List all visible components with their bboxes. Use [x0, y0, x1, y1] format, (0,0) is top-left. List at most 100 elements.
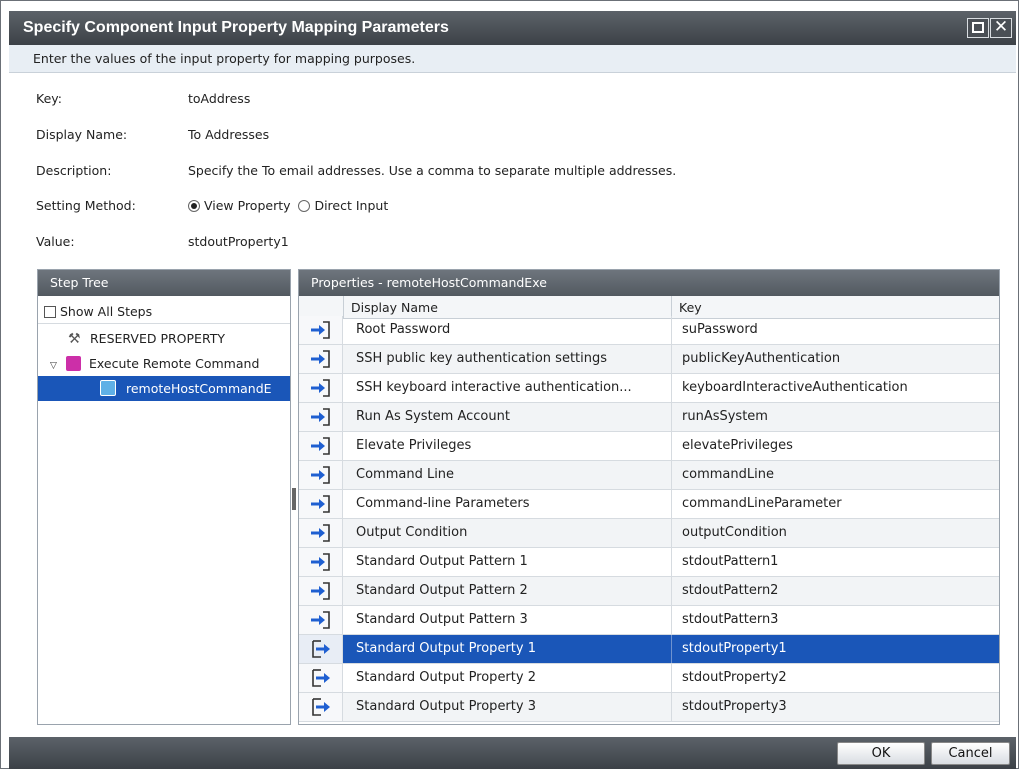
- display-name-value: To Addresses: [188, 127, 270, 142]
- table-row[interactable]: Root Password suPassword: [299, 316, 999, 345]
- tree-item-remote-host-command[interactable]: remoteHostCommandE: [38, 376, 290, 401]
- property-key: publicKeyAuthentication: [682, 351, 841, 366]
- table-row[interactable]: Run As System Account runAsSystem: [299, 403, 999, 432]
- dialog-titlebar: Specify Component Input Property Mapping…: [9, 11, 1016, 45]
- value-value: stdoutProperty1: [188, 234, 289, 249]
- property-display-name: Elevate Privileges: [356, 438, 472, 453]
- property-key: keyboardInteractiveAuthentication: [682, 380, 908, 395]
- tree-item-reserved-property[interactable]: ⚒ RESERVED PROPERTY: [38, 326, 290, 351]
- description-label: Description:: [36, 163, 112, 178]
- command-step-icon: [65, 356, 81, 371]
- property-key: stdoutProperty3: [682, 699, 787, 714]
- tree-item-label: Execute Remote Command: [88, 356, 260, 371]
- dialog-footer: OK Cancel: [9, 737, 1016, 769]
- table-row[interactable]: Standard Output Pattern 3 stdoutPattern3: [299, 606, 999, 635]
- property-key: stdoutProperty1: [682, 641, 787, 656]
- show-all-steps-row[interactable]: Show All Steps: [38, 299, 290, 324]
- output-property-icon: [299, 635, 343, 663]
- property-key: stdoutProperty2: [682, 670, 787, 685]
- input-property-icon: [299, 548, 343, 576]
- input-property-icon: [299, 606, 343, 634]
- property-display-name: SSH public key authentication settings: [356, 351, 608, 366]
- properties-title: Properties - remoteHostCommandExe: [299, 270, 999, 296]
- tree-item-execute-remote-command[interactable]: ▽ Execute Remote Command: [38, 351, 290, 376]
- direct-input-radio[interactable]: [298, 200, 311, 212]
- input-property-icon: [299, 461, 343, 489]
- property-display-name: Standard Output Pattern 1: [356, 554, 528, 569]
- table-row[interactable]: Standard Output Pattern 2 stdoutPattern2: [299, 577, 999, 606]
- property-display-name: Standard Output Property 1: [356, 641, 536, 656]
- property-key: stdoutPattern1: [682, 554, 779, 569]
- property-display-name: Standard Output Property 3: [356, 699, 536, 714]
- property-key: stdoutPattern2: [682, 583, 779, 598]
- properties-panel: Properties - remoteHostCommandExe Displa…: [298, 269, 1000, 725]
- column-header-key[interactable]: Key: [679, 300, 702, 315]
- table-row[interactable]: Standard Output Property 3 stdoutProperty…: [299, 693, 999, 722]
- output-property-icon: [299, 693, 343, 721]
- table-row[interactable]: Standard Output Property 2 stdoutProperty…: [299, 664, 999, 693]
- display-name-label: Display Name:: [36, 127, 128, 142]
- description-value: Specify the To email addresses. Use a co…: [188, 163, 677, 178]
- property-display-name: Output Condition: [356, 525, 468, 540]
- direct-input-label[interactable]: Direct Input: [314, 198, 388, 213]
- property-key: outputCondition: [682, 525, 787, 540]
- maximize-button[interactable]: [967, 18, 989, 38]
- view-property-label[interactable]: View Property: [204, 198, 291, 213]
- panel-splitter-handle[interactable]: [292, 488, 296, 510]
- table-row[interactable]: SSH keyboard interactive authentication.…: [299, 374, 999, 403]
- input-property-icon: [299, 577, 343, 605]
- key-value: toAddress: [188, 91, 251, 106]
- ok-button[interactable]: OK: [837, 742, 925, 765]
- property-key: commandLineParameter: [682, 496, 842, 511]
- value-label: Value:: [36, 234, 75, 249]
- view-property-radio[interactable]: [188, 200, 200, 212]
- tree-item-label: remoteHostCommandE: [125, 381, 272, 396]
- property-key: elevatePrivileges: [682, 438, 793, 453]
- show-all-steps-checkbox[interactable]: [44, 306, 56, 318]
- property-display-name: Command Line: [356, 467, 455, 482]
- cancel-button[interactable]: Cancel: [931, 742, 1010, 765]
- property-mapping-dialog: Specify Component Input Property Mapping…: [0, 0, 1019, 769]
- column-header-display-name[interactable]: Display Name: [351, 300, 438, 315]
- input-property-icon: [299, 345, 343, 373]
- table-row[interactable]: Command Line commandLine: [299, 461, 999, 490]
- property-key: runAsSystem: [682, 409, 768, 424]
- table-row[interactable]: Output Condition outputCondition: [299, 519, 999, 548]
- property-key: commandLine: [682, 467, 774, 482]
- table-row[interactable]: Standard Output Property 1 stdoutProperty…: [299, 635, 999, 664]
- dialog-title: Specify Component Input Property Mapping…: [23, 19, 449, 36]
- instruction-text: Enter the values of the input property f…: [33, 51, 416, 66]
- table-row[interactable]: Command-line Parameters commandLineParame…: [299, 490, 999, 519]
- table-row[interactable]: SSH public key authentication settings pu…: [299, 345, 999, 374]
- property-display-name: Standard Output Pattern 2: [356, 583, 528, 598]
- input-property-icon: [299, 432, 343, 460]
- instruction-bar: Enter the values of the input property f…: [9, 45, 1016, 73]
- input-property-icon: [299, 519, 343, 547]
- tools-icon: ⚒: [68, 331, 81, 347]
- close-button[interactable]: ✕: [990, 18, 1012, 38]
- input-property-icon: [299, 316, 343, 344]
- property-display-name: Standard Output Pattern 3: [356, 612, 528, 627]
- key-label: Key:: [36, 91, 62, 106]
- table-row[interactable]: Elevate Privileges elevatePrivileges: [299, 432, 999, 461]
- component-icon: [100, 380, 116, 396]
- property-display-name: SSH keyboard interactive authentication.…: [356, 380, 632, 395]
- property-key: stdoutPattern3: [682, 612, 779, 627]
- table-row[interactable]: Standard Output Pattern 1 stdoutPattern1: [299, 548, 999, 577]
- input-property-icon: [299, 490, 343, 518]
- property-display-name: Run As System Account: [356, 409, 510, 424]
- step-tree-panel: Step Tree Show All Steps ⚒ RESERVED PROP…: [37, 269, 291, 725]
- tree-item-label: RESERVED PROPERTY: [89, 331, 225, 346]
- property-key: suPassword: [682, 322, 758, 337]
- setting-method-radios: View Property Direct Input: [188, 198, 388, 213]
- close-icon: ✕: [993, 17, 1009, 37]
- step-tree-title: Step Tree: [38, 270, 290, 296]
- property-display-name: Command-line Parameters: [356, 496, 530, 511]
- output-property-icon: [299, 664, 343, 692]
- property-display-name: Root Password: [356, 322, 451, 337]
- show-all-steps-label: Show All Steps: [59, 304, 153, 319]
- input-property-icon: [299, 403, 343, 431]
- input-property-icon: [299, 374, 343, 402]
- property-display-name: Standard Output Property 2: [356, 670, 536, 685]
- setting-method-label: Setting Method:: [36, 198, 136, 213]
